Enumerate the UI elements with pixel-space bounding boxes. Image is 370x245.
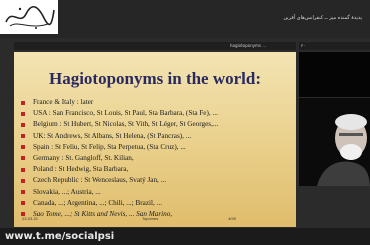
- speaker-webcam-video[interactable]: [299, 98, 370, 186]
- bullet-square-icon: [21, 178, 25, 183]
- slide-page-number: 4/99: [228, 216, 236, 221]
- bullet-item: France & Italy : later: [20, 97, 292, 108]
- bullet-list: France & Italy : later USA : San Francis…: [20, 97, 292, 220]
- watermark-url: www.t.me/socialpsi: [5, 231, 115, 242]
- presentation-slide: Hagiotoponyms in the world: France & Ita…: [14, 52, 296, 227]
- bullet-item: Spain : St Feliu, St Felip, Sta Perpetua…: [20, 142, 292, 153]
- bullet-item: USA : San Francisco, St Louis, St Paul, …: [20, 108, 292, 119]
- video-panel-header: [299, 42, 370, 50]
- logo-calligraphy: [0, 0, 58, 34]
- bullet-square-icon: [21, 122, 25, 127]
- video-tile-empty[interactable]: [299, 52, 370, 97]
- bullet-item: UK: St Andrews, St Albans, St Helena, (S…: [20, 131, 292, 142]
- bullet-square-icon: [21, 111, 25, 116]
- slide-title: Hagiotoponyms in the world:: [48, 69, 262, 88]
- video-panel-label: ۳۰: [301, 43, 306, 48]
- bullet-square-icon: [21, 145, 25, 150]
- bullet-square-icon: [21, 156, 25, 161]
- bullet-item: Czech Republic : St Wenceslaus, Svatý Ja…: [20, 175, 292, 186]
- slide-date: 23-03-21: [22, 216, 39, 221]
- meeting-title: پدیدهٔ گمنده میز ــ کنفرانس‌های آفرین: [283, 15, 362, 21]
- bullet-item: Germany : St. Gangloff, St. Kilian,: [20, 153, 292, 164]
- bullet-item: Belgium : St Hubert, St Nicolas, St Vith…: [20, 119, 292, 130]
- bullet-square-icon: [21, 167, 25, 172]
- bullet-item: Poland : St Hedwig, Sta Barbara,: [20, 164, 292, 175]
- slide-footer-label: Toponms: [142, 216, 159, 221]
- screen-share-label: hagiotoponyms ...: [230, 43, 267, 48]
- bullet-square-icon: [21, 190, 25, 194]
- bullet-square-icon: [21, 201, 25, 206]
- bullet-square-icon: [21, 100, 25, 105]
- bullet-square-icon: [21, 134, 25, 139]
- bullet-item: Slovakia, ...; Austria, ...: [20, 187, 292, 198]
- top-bar: پدیدهٔ گمنده میز ــ کنفرانس‌های آفرین: [0, 0, 370, 38]
- bullet-item: Canada, ...; Argentina, ...; Chili, ...;…: [20, 198, 292, 209]
